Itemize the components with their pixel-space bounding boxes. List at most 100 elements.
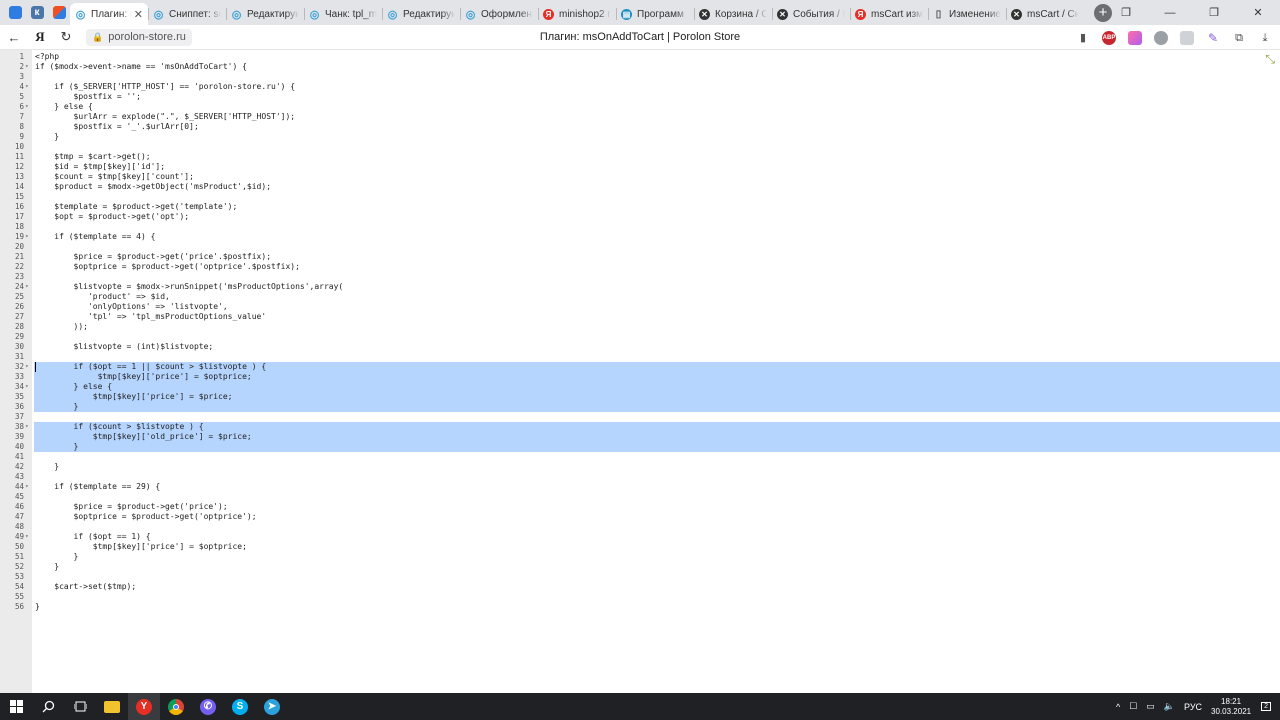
browser-tab[interactable]: ◎ Сниппет: se bbox=[148, 3, 226, 25]
fold-arrow-icon[interactable]: ▾ bbox=[25, 102, 31, 112]
code-line[interactable]: 53 bbox=[0, 572, 1280, 582]
code-line[interactable]: 24 ▾ $listvopte = $modx->runSnippet('msPr… bbox=[0, 282, 1280, 292]
downloads-icon[interactable]: ⤓ bbox=[1258, 31, 1272, 45]
back-arrow-icon[interactable]: ← bbox=[0, 30, 28, 45]
maximize-icon[interactable]: ❐ bbox=[1192, 6, 1236, 19]
code-line[interactable]: 25 'product' => $id, bbox=[0, 292, 1280, 302]
code-line[interactable]: 11 $tmp = $cart->get(); bbox=[0, 152, 1280, 162]
fold-arrow-icon[interactable]: ▾ bbox=[25, 422, 31, 432]
telegram-icon[interactable]: ➤ bbox=[256, 693, 288, 720]
code-line[interactable]: 3 bbox=[0, 72, 1280, 82]
browser-tab[interactable]: ЯmsCart изм bbox=[850, 3, 928, 25]
extension-pink-icon[interactable] bbox=[1128, 30, 1142, 45]
close-tab-icon[interactable]: ✕ bbox=[134, 8, 143, 21]
volume-icon[interactable]: 🔈 bbox=[1164, 701, 1175, 712]
code-line[interactable]: 40 } bbox=[0, 442, 1280, 452]
code-line[interactable]: 35 $tmp[$key]['price'] = $price; bbox=[0, 392, 1280, 402]
code-line[interactable]: 49 ▾ if ($opt == 1) { bbox=[0, 532, 1280, 542]
fold-arrow-icon[interactable]: ▾ bbox=[25, 282, 31, 292]
fold-arrow-icon[interactable]: ▾ bbox=[25, 62, 31, 72]
pinned-tab-mail[interactable] bbox=[5, 3, 25, 23]
show-hidden-icon[interactable]: ^ bbox=[1116, 702, 1120, 712]
code-line[interactable]: 1 <?php bbox=[0, 52, 1280, 62]
adblock-icon[interactable]: ABP bbox=[1102, 30, 1116, 45]
browser-tab[interactable]: ◎ Плагин: msOnAddToCart | Porolon Store✕ bbox=[70, 3, 148, 25]
code-line[interactable]: 22 $optprice = $product->get('optprice'.… bbox=[0, 262, 1280, 272]
code-line[interactable]: 52 } bbox=[0, 562, 1280, 572]
code-line[interactable]: 12 $id = $tmp[$key]['id']; bbox=[0, 162, 1280, 172]
code-line[interactable]: 29 bbox=[0, 332, 1280, 342]
code-line[interactable]: 50 $tmp[$key]['price'] = $optprice; bbox=[0, 542, 1280, 552]
pinned-tab-vk[interactable]: к bbox=[27, 3, 47, 23]
code-line[interactable]: 54 $cart->set($tmp); bbox=[0, 582, 1280, 592]
code-line[interactable]: 46 $price = $product->get('price'); bbox=[0, 502, 1280, 512]
code-line[interactable]: 51 } bbox=[0, 552, 1280, 562]
code-line[interactable]: 36 } bbox=[0, 402, 1280, 412]
code-line[interactable]: 44 ▾ if ($template == 29) { bbox=[0, 482, 1280, 492]
browser-tab[interactable]: ◎ Редактирую bbox=[382, 3, 460, 25]
code-line[interactable]: 31 bbox=[0, 352, 1280, 362]
fold-arrow-icon[interactable]: ▾ bbox=[25, 232, 31, 242]
code-line[interactable]: 20 bbox=[0, 242, 1280, 252]
code-line[interactable]: 16 $template = $product->get('template')… bbox=[0, 202, 1280, 212]
code-line[interactable]: 30 $listvopte = (int)$listvopte; bbox=[0, 342, 1280, 352]
browser-tab[interactable]: ◎ Чанк: tpl_ms bbox=[304, 3, 382, 25]
extension-image-icon[interactable] bbox=[1180, 30, 1194, 45]
fold-arrow-icon[interactable]: ▾ bbox=[25, 482, 31, 492]
tab-manager-icon[interactable]: ❐ bbox=[1104, 6, 1148, 19]
yandex-browser-icon[interactable]: Y bbox=[128, 693, 160, 720]
code-line[interactable]: 33 $tmp[$key]['price'] = $optprice; bbox=[0, 372, 1280, 382]
code-line[interactable]: 13 $count = $tmp[$key]['count']; bbox=[0, 172, 1280, 182]
pen-icon[interactable]: ✎ bbox=[1206, 31, 1220, 45]
fold-arrow-icon[interactable]: ▾ bbox=[25, 82, 31, 92]
clock[interactable]: 18:21 30.03.2021 bbox=[1211, 697, 1251, 717]
yandex-button[interactable]: Я bbox=[28, 29, 52, 45]
file-explorer-icon[interactable] bbox=[96, 693, 128, 720]
browser-tab[interactable]: ◎ Редактирую bbox=[226, 3, 304, 25]
language-indicator[interactable]: РУС bbox=[1184, 702, 1202, 712]
code-line[interactable]: 27 'tpl' => 'tpl_msProductOptions_value' bbox=[0, 312, 1280, 322]
fullscreen-icon[interactable]: ⤡ bbox=[1265, 52, 1275, 67]
code-line[interactable]: 10 bbox=[0, 142, 1280, 152]
code-line[interactable]: 45 bbox=[0, 492, 1280, 502]
notifications-icon[interactable]: 2 bbox=[1261, 702, 1271, 711]
reload-icon[interactable]: ↻ bbox=[52, 29, 80, 45]
code-line[interactable]: 42 } bbox=[0, 462, 1280, 472]
minimize-icon[interactable]: — bbox=[1148, 7, 1192, 19]
code-line[interactable]: 28 )); bbox=[0, 322, 1280, 332]
code-line[interactable]: 6 ▾ } else { bbox=[0, 102, 1280, 112]
code-line[interactable]: 15 bbox=[0, 192, 1280, 202]
code-line[interactable]: 26 'onlyOptions' => 'listvopte', bbox=[0, 302, 1280, 312]
fold-arrow-icon[interactable]: ▾ bbox=[25, 382, 31, 392]
code-line[interactable]: 38 ▾ if ($count > $listvopte ) { bbox=[0, 422, 1280, 432]
fold-arrow-icon[interactable]: ▾ bbox=[25, 532, 31, 542]
browser-tab[interactable]: ◎ Оформлени bbox=[460, 3, 538, 25]
skype-icon[interactable]: S bbox=[224, 693, 256, 720]
url-field[interactable]: 🔒 porolon-store.ru bbox=[86, 28, 192, 46]
code-line[interactable]: 43 bbox=[0, 472, 1280, 482]
search-icon[interactable] bbox=[32, 693, 64, 720]
code-line[interactable]: 37 bbox=[0, 412, 1280, 422]
bookmark-icon[interactable]: ▮ bbox=[1076, 31, 1090, 45]
code-line[interactable]: 39 $tmp[$key]['old_price'] = $price; bbox=[0, 432, 1280, 442]
code-line[interactable]: 8 $postfix = '_'.$urlArr[0]; bbox=[0, 122, 1280, 132]
viber-icon[interactable]: ✆ bbox=[192, 693, 224, 720]
fold-arrow-icon[interactable]: ▾ bbox=[25, 362, 31, 372]
browser-tab[interactable]: ✕ События / F bbox=[772, 3, 850, 25]
code-line[interactable]: 56} bbox=[0, 602, 1280, 612]
browser-tab[interactable]: ✕ msCart / Сн bbox=[1006, 3, 1084, 25]
extension-gray-icon[interactable] bbox=[1154, 30, 1168, 45]
code-line[interactable]: 9 } bbox=[0, 132, 1280, 142]
code-line[interactable]: 5 $postfix = ''; bbox=[0, 92, 1280, 102]
code-line[interactable]: 21 $price = $product->get('price'.$postf… bbox=[0, 252, 1280, 262]
code-line[interactable]: 4 ▾ if ($_SERVER['HTTP_HOST'] == 'porolon… bbox=[0, 82, 1280, 92]
code-line[interactable]: 48 bbox=[0, 522, 1280, 532]
browser-tab[interactable]: ▤ Программ bbox=[616, 3, 694, 25]
code-line[interactable]: 17 $opt = $product->get('opt'); bbox=[0, 212, 1280, 222]
code-line[interactable]: 41 bbox=[0, 452, 1280, 462]
task-view-icon[interactable] bbox=[64, 693, 96, 720]
browser-tab[interactable]: Яminishop2 п bbox=[538, 3, 616, 25]
code-line[interactable]: 23 bbox=[0, 272, 1280, 282]
code-line[interactable]: 18 bbox=[0, 222, 1280, 232]
collections-icon[interactable]: ⧉ bbox=[1232, 31, 1246, 45]
